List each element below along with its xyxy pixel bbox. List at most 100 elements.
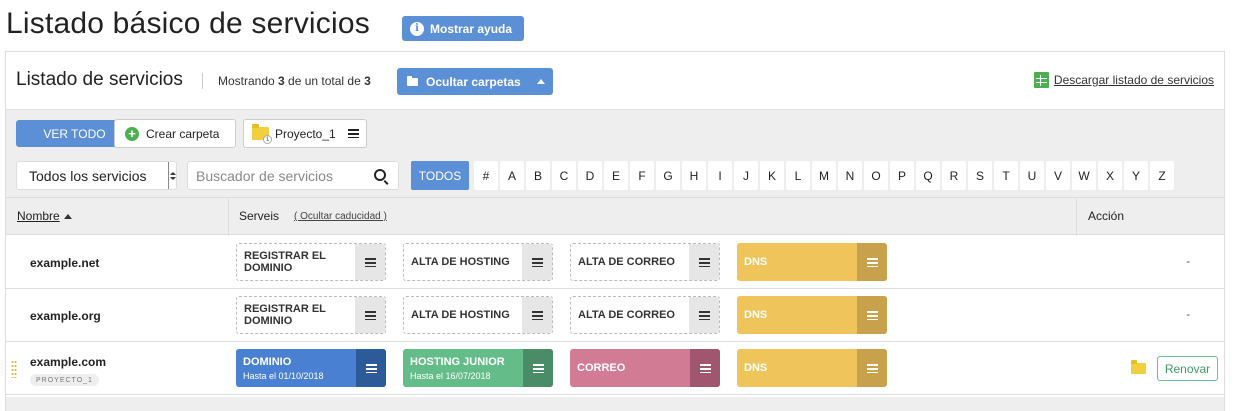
service-menu-button[interactable] <box>857 296 887 334</box>
move-to-folder-icon[interactable] <box>1131 360 1146 374</box>
letter-filter[interactable]: Z <box>1150 161 1174 190</box>
letter-filter[interactable]: W <box>1072 161 1096 190</box>
letter-filter[interactable]: L <box>786 161 810 190</box>
service-chip[interactable]: ALTA DE HOSTING <box>403 296 553 334</box>
service-name: CORREO <box>577 362 626 374</box>
service-menu-button[interactable] <box>356 349 386 387</box>
service-name: DNS <box>744 256 768 268</box>
create-folder-button[interactable]: + Crear carpeta <box>114 119 236 148</box>
letter-filter[interactable]: D <box>578 161 602 190</box>
folder-icon <box>407 75 418 86</box>
letter-filter[interactable]: # <box>474 161 498 190</box>
service-menu-button[interactable] <box>355 244 385 280</box>
panel-title: Listado de servicios <box>16 69 183 90</box>
menu-icon <box>531 310 543 320</box>
letter-filter[interactable]: T <box>994 161 1018 190</box>
sort-by-name[interactable]: Nombre <box>17 209 72 223</box>
letter-filter[interactable]: N <box>838 161 862 190</box>
domain-name[interactable]: example.org <box>30 309 101 323</box>
renew-button[interactable]: Renovar <box>1157 356 1218 381</box>
service-menu-button[interactable] <box>689 297 719 333</box>
sort-asc-icon <box>63 213 72 219</box>
letter-filter[interactable]: H <box>682 161 706 190</box>
service-chip[interactable]: DNS <box>737 296 887 334</box>
drag-handle-icon[interactable] <box>11 360 17 378</box>
letter-filter[interactable]: S <box>968 161 992 190</box>
no-action: - <box>1186 309 1190 321</box>
letter-filter[interactable]: E <box>604 161 628 190</box>
service-name: HOSTING JUNIOR <box>410 355 505 368</box>
service-chip-label: HOSTING JUNIOR Hasta el 16/07/2018 <box>403 349 523 387</box>
domain-name[interactable]: example.net <box>30 256 99 270</box>
service-name: ALTA DE HOSTING <box>411 256 510 268</box>
menu-icon[interactable] <box>347 129 359 138</box>
service-chip-label: ALTA DE CORREO <box>571 297 689 333</box>
letter-filter[interactable]: O <box>864 161 888 190</box>
domain-name[interactable]: example.com <box>30 355 106 369</box>
show-help-label: Mostrar ayuda <box>430 21 513 36</box>
show-help-button[interactable]: i Mostrar ayuda <box>402 16 524 41</box>
results-count: Mostrando 3 de un total de 3 <box>218 74 371 88</box>
service-chip-label: DNS <box>737 349 857 387</box>
service-name: ALTA DE CORREO <box>578 256 675 268</box>
service-chip[interactable]: REGISTRAR EL DOMINIO <box>236 243 386 281</box>
letter-filter[interactable]: U <box>1020 161 1044 190</box>
letter-filter[interactable]: G <box>656 161 680 190</box>
menu-icon <box>364 310 376 320</box>
letter-filter-all[interactable]: TODOS <box>411 161 469 190</box>
column-divider <box>228 198 229 236</box>
table-header: Nombre Serveis ( Ocultar caducidad ) Acc… <box>6 197 1224 236</box>
service-chip[interactable]: ALTA DE CORREO <box>570 296 720 334</box>
service-chip[interactable]: DNS <box>737 349 887 387</box>
service-chip[interactable]: CORREO <box>570 349 720 387</box>
letter-filter[interactable]: A <box>500 161 524 190</box>
letter-filter[interactable]: K <box>760 161 784 190</box>
service-name: REGISTRAR EL DOMINIO <box>244 250 326 274</box>
letter-filter[interactable]: X <box>1098 161 1122 190</box>
service-type-select[interactable]: Todos los servicios <box>16 161 177 190</box>
service-name: ALTA DE HOSTING <box>411 309 510 321</box>
menu-icon <box>531 257 543 267</box>
letter-filter[interactable]: Q <box>916 161 940 190</box>
service-chip-label: REGISTRAR EL DOMINIO <box>237 244 355 280</box>
service-menu-button[interactable] <box>690 349 720 387</box>
service-chip[interactable]: DNS <box>737 243 887 281</box>
letter-filter[interactable]: P <box>890 161 914 190</box>
service-chip[interactable]: ALTA DE HOSTING <box>403 243 553 281</box>
toggle-folders-button[interactable]: Ocultar carpetas <box>397 68 553 95</box>
folder-proyecto-1[interactable]: 1 Proyecto_1 <box>243 119 367 148</box>
service-menu-button[interactable] <box>522 297 552 333</box>
letter-filter[interactable]: V <box>1046 161 1070 190</box>
table-row: example.com PROYECTO_1 DOMINIO Hasta el 01/… <box>6 342 1224 395</box>
services-panel: Listado de servicios Mostrando 3 de un t… <box>5 51 1225 411</box>
service-expiry: Hasta el 01/10/2018 <box>243 370 324 381</box>
letter-filter[interactable]: C <box>552 161 576 190</box>
service-chip-label: CORREO <box>570 349 690 387</box>
service-chip-label: DNS <box>737 243 857 281</box>
letter-filter[interactable]: F <box>630 161 654 190</box>
search-input[interactable] <box>187 161 399 190</box>
service-menu-button[interactable] <box>355 297 385 333</box>
service-menu-button[interactable] <box>857 349 887 387</box>
letter-filter[interactable]: M <box>812 161 836 190</box>
service-name: DOMINIO <box>243 355 292 368</box>
letter-filter[interactable]: R <box>942 161 966 190</box>
service-chip[interactable]: ALTA DE CORREO <box>570 243 720 281</box>
service-chip[interactable]: HOSTING JUNIOR Hasta el 16/07/2018 <box>403 349 553 387</box>
service-menu-button[interactable] <box>857 243 887 281</box>
download-list-link[interactable]: Descargar listado de servicios <box>1033 72 1214 88</box>
service-chip[interactable]: REGISTRAR EL DOMINIO <box>236 296 386 334</box>
folder-toolbar: VER TODO + Crear carpeta 1 Proyecto_1 <box>6 109 1224 153</box>
letter-filter[interactable]: I <box>708 161 732 190</box>
service-chip[interactable]: DOMINIO Hasta el 01/10/2018 <box>236 349 386 387</box>
service-chip-label: DOMINIO Hasta el 01/10/2018 <box>236 349 356 387</box>
search-icon[interactable] <box>374 169 386 181</box>
letter-filter[interactable]: Y <box>1124 161 1148 190</box>
service-menu-button[interactable] <box>689 244 719 280</box>
hide-expiry-link[interactable]: ( Ocultar caducidad ) <box>294 211 387 222</box>
service-menu-button[interactable] <box>522 244 552 280</box>
service-menu-button[interactable] <box>523 349 553 387</box>
service-name: DNS <box>744 362 768 374</box>
letter-filter[interactable]: B <box>526 161 550 190</box>
letter-filter[interactable]: J <box>734 161 758 190</box>
